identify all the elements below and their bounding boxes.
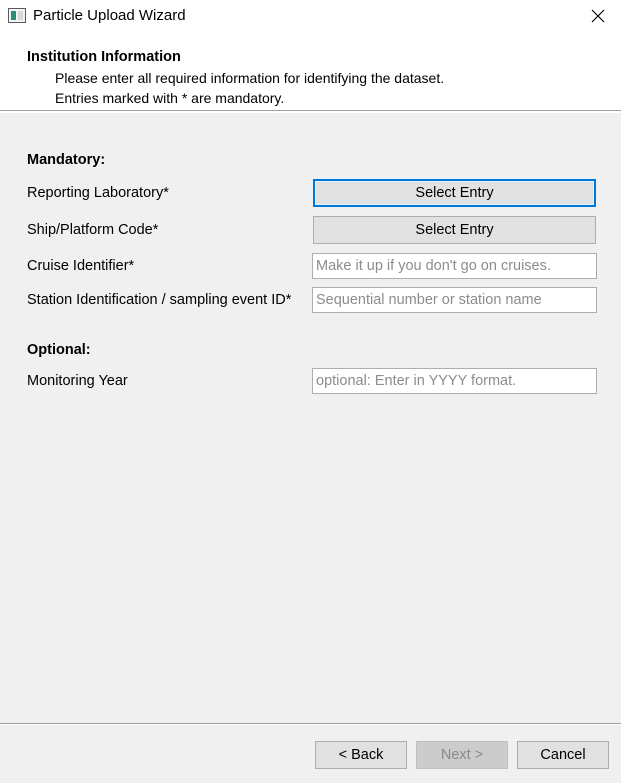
monitoring-year-label: Monitoring Year	[27, 373, 128, 389]
ship-platform-code-label: Ship/Platform Code*	[27, 222, 159, 238]
ship-platform-code-select-button[interactable]: Select Entry	[313, 216, 596, 244]
wizard-header: Institution Information Please enter all…	[0, 32, 621, 111]
reporting-laboratory-label: Reporting Laboratory*	[27, 185, 169, 201]
back-button[interactable]: < Back	[315, 741, 407, 769]
monitoring-year-input[interactable]	[312, 368, 597, 394]
window-title: Particle Upload Wizard	[33, 7, 186, 24]
optional-heading: Optional:	[27, 342, 91, 358]
mandatory-heading: Mandatory:	[27, 152, 106, 168]
app-icon	[8, 8, 26, 23]
footer-divider-highlight	[0, 724, 621, 725]
title-bar: Particle Upload Wizard	[0, 0, 621, 32]
reporting-laboratory-select-button[interactable]: Select Entry	[313, 179, 596, 207]
close-icon	[591, 9, 605, 23]
page-title: Institution Information	[27, 49, 181, 65]
page-description-line2: Entries marked with * are mandatory.	[55, 90, 285, 106]
close-button[interactable]	[575, 0, 621, 32]
header-divider	[0, 111, 621, 113]
cruise-identifier-input[interactable]	[312, 253, 597, 279]
station-identification-input[interactable]	[312, 287, 597, 313]
cruise-identifier-label: Cruise Identifier*	[27, 258, 135, 274]
page-description-line1: Please enter all required information fo…	[55, 70, 445, 86]
next-button[interactable]: Next >	[416, 741, 508, 769]
cancel-button[interactable]: Cancel	[517, 741, 609, 769]
station-identification-label: Station Identification / sampling event …	[27, 292, 292, 308]
